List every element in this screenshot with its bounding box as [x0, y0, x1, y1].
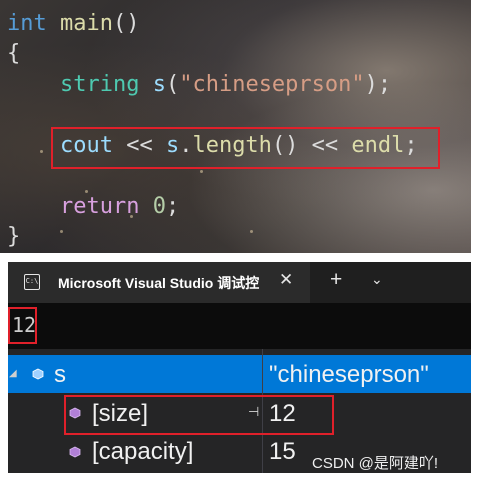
chevron-down-icon[interactable]: ⌄	[371, 271, 383, 288]
variable-icon	[32, 368, 44, 380]
cout-line-highlight-box	[51, 127, 440, 169]
size-row-highlight-box	[64, 395, 334, 435]
watch-name: [capacity]	[92, 438, 194, 465]
watch-value: "chineseprson"	[269, 361, 429, 388]
field-icon	[69, 446, 81, 458]
watch-row-s[interactable]: ◢ s "chineseprson"	[8, 355, 471, 393]
terminal-tab-bar: C:\ Microsoft Visual Studio 调试控 ✕ + ⌄	[8, 262, 471, 303]
terminal-tab[interactable]: C:\ Microsoft Visual Studio 调试控 ✕	[8, 262, 310, 303]
background-sparkle	[60, 230, 63, 233]
code-line-return: return 0;	[59, 194, 180, 219]
collapse-triangle-icon[interactable]: ◢	[9, 368, 17, 379]
background-sparkle	[200, 170, 203, 173]
close-icon[interactable]: ✕	[279, 270, 293, 290]
new-tab-button[interactable]: +	[330, 268, 342, 292]
terminal-output-area: 12	[8, 303, 471, 349]
code-line-string-decl: string s("chineseprson");	[59, 72, 392, 97]
watch-name: s	[54, 361, 66, 388]
code-line-close-brace: }	[7, 224, 21, 249]
code-editor[interactable]: int main() { string s("chineseprson"); c…	[0, 0, 471, 253]
watermark: CSDN @是阿建吖!	[312, 455, 439, 472]
code-line-main: int main()	[7, 11, 140, 36]
console-icon: C:\	[24, 274, 40, 290]
watch-value: 15	[269, 438, 296, 465]
background-sparkle	[250, 230, 253, 233]
terminal-tab-title: Microsoft Visual Studio 调试控	[58, 275, 260, 291]
output-highlight-box	[8, 307, 37, 344]
code-line-open-brace: {	[7, 41, 21, 66]
